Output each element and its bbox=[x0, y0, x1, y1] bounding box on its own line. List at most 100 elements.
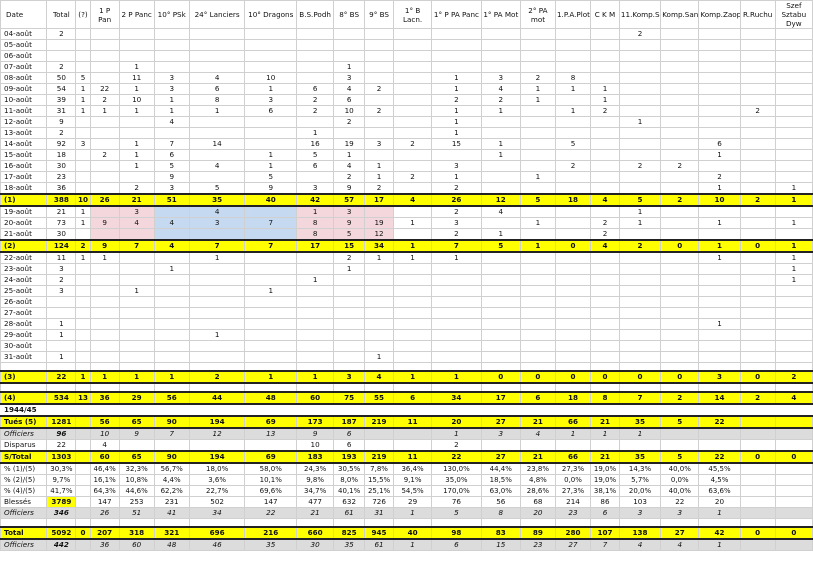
table-cell bbox=[153, 251, 190, 264]
table-cell bbox=[618, 182, 662, 195]
table-cell: 20 bbox=[698, 496, 741, 508]
table-cell: 22 bbox=[244, 507, 298, 519]
table-row: 05-août bbox=[0, 39, 813, 51]
table-cell bbox=[392, 205, 433, 218]
table-cell: 51 bbox=[153, 193, 190, 207]
table-cell: 44 bbox=[188, 391, 246, 405]
row-label: Officiers bbox=[0, 538, 48, 551]
table-cell: 13 bbox=[75, 391, 91, 405]
table-cell bbox=[75, 285, 91, 297]
table-cell: 5 bbox=[660, 415, 700, 429]
table-cell bbox=[554, 94, 592, 106]
table-cell bbox=[75, 485, 91, 497]
table-cell: 61 bbox=[364, 538, 394, 551]
table-cell bbox=[739, 538, 776, 551]
table-cell: 9 bbox=[46, 116, 77, 128]
table-cell bbox=[244, 263, 298, 275]
table-row: 30-août bbox=[0, 340, 813, 352]
table-cell bbox=[244, 362, 298, 372]
table-cell: 219 bbox=[364, 415, 394, 429]
table-cell bbox=[296, 351, 335, 363]
table-cell: 5 bbox=[519, 193, 556, 207]
table-cell bbox=[89, 274, 120, 286]
table-cell bbox=[333, 127, 366, 139]
table-cell bbox=[739, 415, 776, 429]
table-cell bbox=[118, 251, 155, 264]
table-cell bbox=[392, 61, 433, 73]
table-cell bbox=[554, 340, 592, 352]
table-cell bbox=[296, 518, 335, 528]
table-cell bbox=[333, 318, 366, 330]
table-row: % (2)/(5) 9,7% 16,1% 10,8% 4,4% 3,6% 10,1% 9,8%… bbox=[0, 474, 813, 486]
table-cell: 1 bbox=[118, 61, 155, 73]
row-label bbox=[0, 382, 48, 393]
table-cell bbox=[75, 507, 91, 519]
table-cell: 7 bbox=[153, 138, 190, 150]
table-cell bbox=[244, 28, 298, 40]
table-cell: 321 bbox=[153, 526, 190, 540]
table-cell bbox=[75, 28, 91, 40]
table-cell bbox=[188, 285, 246, 297]
table-cell bbox=[774, 318, 813, 330]
table-cell bbox=[554, 351, 592, 363]
table-cell bbox=[75, 351, 91, 363]
table-cell: 20 bbox=[431, 415, 482, 429]
table-cell bbox=[554, 296, 592, 308]
table-cell: 27,3% bbox=[554, 462, 592, 475]
table-cell bbox=[364, 274, 394, 286]
table-cell: 5 bbox=[333, 228, 366, 241]
table-cell: 65 bbox=[118, 450, 155, 464]
table-cell bbox=[392, 285, 433, 297]
column-header: Total bbox=[46, 0, 77, 29]
table-cell bbox=[46, 382, 77, 393]
table-cell: 31 bbox=[46, 105, 77, 117]
table-cell: 27 bbox=[480, 450, 521, 464]
table-cell bbox=[774, 362, 813, 372]
table-cell bbox=[519, 382, 556, 393]
table-cell bbox=[392, 274, 433, 286]
table-row: 22-août 11 1 1 1 2 1 1 1 1 1 bbox=[0, 251, 813, 264]
table-cell bbox=[660, 427, 700, 440]
subtotal-row: Total 5092 0 207 318 321 696 216 660 825 945 40 98 83… bbox=[0, 526, 813, 540]
table-cell: 1 bbox=[89, 105, 120, 117]
table-cell: 6 bbox=[296, 160, 335, 172]
table-cell: 64,3% bbox=[89, 485, 120, 497]
table-cell bbox=[698, 94, 741, 106]
table-cell bbox=[554, 382, 592, 393]
table-cell: 25,1% bbox=[364, 485, 394, 497]
table-cell bbox=[392, 318, 433, 330]
table-cell: 477 bbox=[296, 496, 335, 508]
table-cell bbox=[392, 307, 433, 319]
table-cell: 12 bbox=[188, 427, 246, 440]
table-cell bbox=[153, 127, 190, 139]
table-cell: 147 bbox=[244, 496, 298, 508]
table-cell: 11 bbox=[46, 251, 77, 264]
table-cell: 4 bbox=[118, 217, 155, 229]
table-cell bbox=[590, 329, 620, 341]
table-cell bbox=[519, 127, 556, 139]
table-cell bbox=[333, 307, 366, 319]
table-cell: 1 bbox=[698, 251, 741, 264]
table-cell: 90 bbox=[153, 450, 190, 464]
table-cell bbox=[431, 61, 482, 73]
table-cell: 7 bbox=[618, 391, 662, 405]
table-cell bbox=[333, 382, 366, 393]
table-cell: 6 bbox=[333, 439, 366, 452]
table-cell: 60 bbox=[118, 538, 155, 551]
table-cell bbox=[618, 329, 662, 341]
table-cell bbox=[89, 28, 120, 40]
table-cell: 27 bbox=[660, 526, 700, 540]
table-cell bbox=[739, 274, 776, 286]
table-cell: 1 bbox=[244, 149, 298, 161]
table-cell bbox=[75, 318, 91, 330]
table-cell bbox=[118, 329, 155, 341]
table-cell bbox=[296, 362, 335, 372]
table-cell bbox=[75, 39, 91, 51]
table-cell: 21 bbox=[118, 193, 155, 207]
table-cell: 1 bbox=[364, 351, 394, 363]
table-cell bbox=[774, 83, 813, 95]
table-cell bbox=[89, 351, 120, 363]
table-cell: 10 bbox=[75, 193, 91, 207]
table-cell bbox=[244, 205, 298, 218]
table-cell: 103 bbox=[618, 496, 662, 508]
